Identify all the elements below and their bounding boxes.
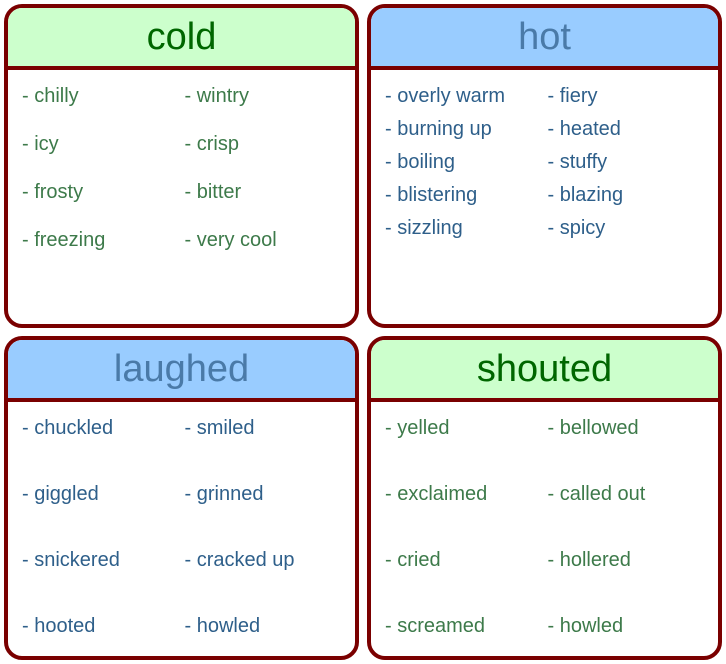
term-item: - overly warm bbox=[385, 85, 506, 107]
term-item: - fiery bbox=[547, 85, 598, 107]
term-column-left-laughed: - chuckled - giggled - snickered - hoote… bbox=[22, 417, 179, 656]
term-item: - chilly bbox=[22, 85, 79, 107]
card-body-shouted: - yelled - exclaimed - cried - screamed … bbox=[371, 402, 718, 656]
term-column-right-hot: - fiery - heated - stuffy - blazing - sp… bbox=[548, 86, 705, 251]
card-body-cold: - chilly - icy - frosty - freezing - win… bbox=[8, 70, 355, 324]
term-column-right-shouted: - bellowed - called out - hollered - how… bbox=[547, 417, 705, 656]
term-item: - blistering bbox=[385, 184, 478, 206]
term-item: - cried bbox=[385, 549, 441, 571]
term-item: - blazing bbox=[547, 184, 624, 206]
synonym-card-shouted: shouted - yelled - exclaimed - cried - s… bbox=[367, 336, 722, 660]
term-column-right-laughed: - smiled - grinned - cracked up - howled bbox=[184, 417, 342, 656]
card-cell-cold: cold - chilly - icy - frosty - freezing … bbox=[0, 0, 363, 332]
synonym-card-laughed: laughed - chuckled - giggled - snickered… bbox=[4, 336, 359, 660]
card-header-hot: hot bbox=[371, 8, 718, 70]
term-column-left-hot: - overly warm - burning up - boiling - b… bbox=[385, 86, 542, 251]
card-body-hot: - overly warm - burning up - boiling - b… bbox=[371, 70, 718, 324]
term-item: - stuffy bbox=[547, 151, 608, 173]
term-item: - snickered bbox=[22, 549, 120, 571]
term-item: - boiling bbox=[385, 151, 456, 173]
term-item: - sizzling bbox=[385, 217, 463, 239]
card-header-cold: cold bbox=[8, 8, 355, 70]
card-body-laughed: - chuckled - giggled - snickered - hoote… bbox=[8, 402, 355, 656]
card-header-shouted: shouted bbox=[371, 340, 718, 402]
term-item: - hollered bbox=[547, 549, 631, 571]
term-item: - crisp bbox=[184, 133, 239, 155]
term-columns-shouted: - yelled - exclaimed - cried - screamed … bbox=[385, 417, 705, 656]
card-header-laughed: laughed bbox=[8, 340, 355, 402]
term-item: - icy bbox=[22, 133, 59, 155]
term-item: - burning up bbox=[385, 118, 492, 140]
term-column-left-shouted: - yelled - exclaimed - cried - screamed bbox=[385, 417, 542, 656]
term-item: - frosty bbox=[22, 181, 84, 203]
term-item: - freezing bbox=[22, 229, 106, 251]
card-title-cold: cold bbox=[146, 16, 217, 58]
term-item: - bitter bbox=[184, 181, 242, 203]
card-cell-shouted: shouted - yelled - exclaimed - cried - s… bbox=[363, 332, 726, 664]
term-item: - exclaimed bbox=[385, 483, 488, 505]
term-columns-hot: - overly warm - burning up - boiling - b… bbox=[385, 86, 704, 251]
card-cell-laughed: laughed - chuckled - giggled - snickered… bbox=[0, 332, 363, 664]
term-item: - bellowed bbox=[547, 417, 639, 439]
card-title-shouted: shouted bbox=[476, 348, 613, 390]
synonym-card-cold: cold - chilly - icy - frosty - freezing … bbox=[4, 4, 359, 328]
card-cell-hot: hot - overly warm - burning up - boiling… bbox=[363, 0, 726, 332]
term-item: - spicy bbox=[547, 217, 606, 239]
term-item: - yelled bbox=[385, 417, 450, 439]
term-item: - smiled bbox=[184, 417, 255, 439]
term-item: - cracked up bbox=[184, 549, 295, 571]
synonym-card-grid: cold - chilly - icy - frosty - freezing … bbox=[0, 0, 726, 664]
term-item: - grinned bbox=[184, 483, 264, 505]
term-column-left-cold: - chilly - icy - frosty - freezing bbox=[22, 86, 179, 278]
term-item: - hooted bbox=[22, 615, 96, 637]
term-item: - wintry bbox=[184, 85, 249, 107]
card-title-hot: hot bbox=[518, 16, 571, 58]
term-columns-cold: - chilly - icy - frosty - freezing - win… bbox=[22, 86, 341, 278]
synonym-card-hot: hot - overly warm - burning up - boiling… bbox=[367, 4, 722, 328]
term-item: - heated bbox=[547, 118, 621, 140]
term-item: - very cool bbox=[184, 229, 277, 251]
term-column-right-cold: - wintry - crisp - bitter - very cool bbox=[185, 86, 342, 278]
card-title-laughed: laughed bbox=[113, 348, 250, 390]
term-item: - howled bbox=[547, 615, 624, 637]
term-item: - screamed bbox=[385, 615, 486, 637]
term-item: - called out bbox=[547, 483, 646, 505]
term-item: - giggled bbox=[22, 483, 99, 505]
term-item: - chuckled bbox=[22, 417, 114, 439]
term-item: - howled bbox=[184, 615, 261, 637]
term-columns-laughed: - chuckled - giggled - snickered - hoote… bbox=[22, 417, 342, 656]
